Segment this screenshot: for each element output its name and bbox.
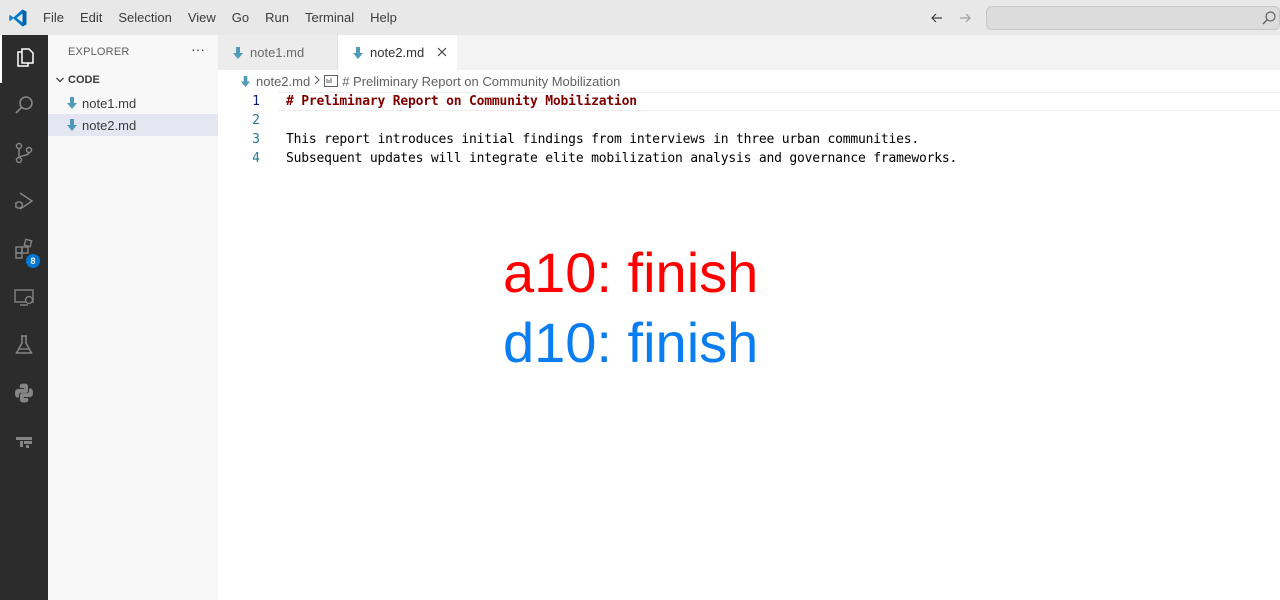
activity-bar: 8 [0,35,48,600]
run-debug-button[interactable] [0,179,48,227]
markdown-arrow-icon [238,74,252,88]
run-debug-icon [12,189,36,218]
line-number: 4 [252,151,260,166]
tab-note1[interactable]: note1.md [218,35,338,70]
explorer-file-note1[interactable]: note1.md [48,92,218,114]
extensions-badge: 8 [26,254,40,268]
menu-selection[interactable]: Selection [110,6,179,30]
python-icon [12,381,36,410]
code-line-2: 2 [218,111,1280,130]
tab-label: note1.md [250,45,305,60]
line-number: 1 [252,94,260,109]
menu-edit[interactable]: Edit [72,6,110,30]
remote-explorer-icon [12,285,36,314]
workspace-section-label: CODE [68,74,100,86]
chevron-down-icon [52,74,68,86]
search-icon [12,93,36,122]
navigation-arrows [926,7,976,29]
editor-tab-bar: note1.md note2.md [218,35,1280,70]
overlay-status-d10: d10: finish [503,311,759,374]
close-icon[interactable] [435,45,449,59]
menu-terminal[interactable]: Terminal [297,6,362,30]
search-view-button[interactable] [0,83,48,131]
tab-label: note2.md [370,45,425,60]
symbol-string-icon [324,75,339,87]
python-button[interactable] [0,371,48,419]
menu-bar: File Edit Selection View Go Run Terminal… [35,0,405,35]
menu-file[interactable]: File [35,6,72,30]
remote-explorer-button[interactable] [0,275,48,323]
breadcrumb-symbol[interactable]: # Preliminary Report on Community Mobili… [342,74,620,89]
code-line-3: 3 This report introduces initial finding… [218,130,1280,149]
code-line-4: 4 Subsequent updates will integrate elit… [218,149,1280,168]
menu-go[interactable]: Go [224,6,257,30]
markdown-arrow-icon [350,45,366,61]
file-label: note2.md [82,117,137,133]
tab-note2[interactable]: note2.md [338,35,457,70]
breadcrumb-file[interactable]: note2.md [256,74,310,89]
file-label: note1.md [82,95,137,111]
explorer-file-note2[interactable]: note2.md [48,114,218,136]
menu-run[interactable]: Run [257,6,297,30]
files-icon [13,45,37,74]
search-icon [1261,10,1277,26]
source-control-button[interactable] [0,131,48,179]
explorer-sidebar: EXPLORER ··· CODE note1.md note2.md [48,35,218,600]
menu-view[interactable]: View [180,6,224,30]
markdown-arrow-icon [64,117,80,133]
breadcrumb: note2.md # Preliminary Report on Communi… [218,70,1280,92]
testing-icon [12,333,36,362]
testing-button[interactable] [0,323,48,371]
explorer-button[interactable] [0,35,48,83]
command-center-search[interactable] [986,6,1280,30]
gitlens-button[interactable] [0,419,48,467]
overlay-status-a10: a10: finish [503,241,759,304]
source-control-icon [12,141,36,170]
sidebar-title: EXPLORER [68,46,130,58]
workspace-section-header[interactable]: CODE [48,69,218,91]
menu-help[interactable]: Help [362,6,405,30]
line-text[interactable]: This report introduces initial findings … [286,130,919,149]
arrow-left-icon[interactable] [926,7,948,29]
markdown-arrow-icon [230,45,246,61]
markdown-arrow-icon [64,95,80,111]
chevron-right-icon [313,74,321,88]
code-line-1: 1 # Preliminary Report on Community Mobi… [218,92,1280,111]
line-number: 3 [252,132,260,147]
extensions-button[interactable]: 8 [0,227,48,275]
more-actions-button[interactable]: ··· [188,42,208,59]
title-bar: File Edit Selection View Go Run Terminal… [0,0,1280,35]
line-text[interactable]: # Preliminary Report on Community Mobili… [286,92,637,111]
line-number: 2 [252,113,260,128]
gitlens-icon [12,429,36,458]
line-text[interactable]: Subsequent updates will integrate elite … [286,149,957,168]
vscode-logo-icon [8,8,28,28]
arrow-right-icon[interactable] [954,7,976,29]
